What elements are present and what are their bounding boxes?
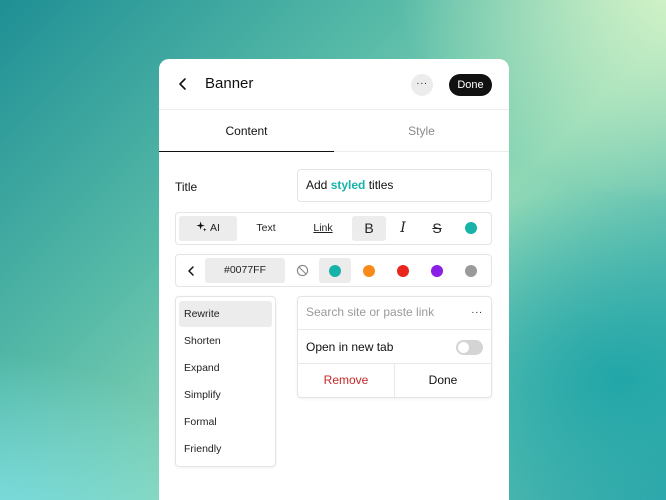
swatch-dot-gray — [465, 264, 477, 277]
panel-header: Banner ··· Done — [159, 59, 509, 110]
swatch-dot-teal — [329, 264, 341, 277]
tab-style[interactable]: Style — [334, 110, 509, 152]
strikethrough-button[interactable]: S — [422, 216, 452, 241]
title-text-highlight: styled — [330, 178, 366, 192]
chevron-left-icon — [179, 78, 186, 90]
more-horizontal-icon: ··· — [471, 307, 483, 318]
link-button[interactable]: Link — [300, 216, 346, 241]
swatch-dot-orange — [363, 264, 375, 277]
title-text-before: Add — [306, 178, 331, 192]
tab-content[interactable]: Content — [159, 110, 334, 152]
back-button[interactable] — [173, 73, 193, 95]
hex-color-input[interactable]: #0077FF — [205, 258, 285, 283]
menu-item-formal[interactable]: Formal — [179, 409, 272, 435]
link-search-input[interactable] — [306, 305, 466, 319]
swatch-gray[interactable] — [455, 258, 487, 283]
open-new-tab-row: Open in new tab — [298, 330, 491, 364]
link-search-row: ··· — [298, 297, 491, 330]
text-style-button[interactable]: Text — [242, 216, 290, 241]
swatch-purple[interactable] — [421, 258, 453, 283]
menu-item-expand[interactable]: Expand — [179, 355, 272, 381]
more-options-button[interactable]: ··· — [411, 74, 433, 96]
tab-bar: Content Style — [159, 110, 509, 152]
swatch-none[interactable] — [286, 258, 318, 283]
menu-item-shorten[interactable]: Shorten — [179, 328, 272, 354]
formatting-toolbar: AI Text Link B I S — [175, 212, 492, 245]
more-horizontal-icon: ··· — [416, 78, 428, 89]
no-color-icon — [296, 265, 308, 277]
swatch-dot-purple — [431, 264, 443, 277]
ai-button[interactable]: AI — [179, 216, 237, 241]
swatch-dot-red — [397, 264, 409, 277]
done-button[interactable]: Done — [449, 74, 492, 96]
menu-item-rewrite[interactable]: Rewrite — [179, 301, 272, 327]
menu-item-friendly[interactable]: Friendly — [179, 436, 272, 462]
color-picker-bar: #0077FF — [175, 254, 492, 287]
ai-button-label: AI — [210, 222, 220, 234]
link-more-button[interactable]: ··· — [468, 305, 486, 321]
title-field-label: Title — [175, 180, 198, 194]
swatch-orange[interactable] — [353, 258, 385, 283]
link-popover: ··· Open in new tab Remove Done — [297, 296, 492, 398]
title-text-after: titles — [365, 178, 394, 192]
color-dot-icon — [465, 222, 477, 235]
link-done-button[interactable]: Done — [395, 364, 491, 397]
open-new-tab-toggle[interactable] — [456, 340, 483, 355]
menu-item-simplify[interactable]: Simplify — [179, 382, 272, 408]
sparkle-icon — [196, 221, 207, 232]
color-back-button[interactable] — [180, 259, 202, 283]
remove-link-button[interactable]: Remove — [298, 364, 395, 397]
toggle-knob — [458, 342, 469, 353]
swatch-teal[interactable] — [319, 258, 351, 283]
open-new-tab-label: Open in new tab — [306, 340, 394, 354]
link-actions: Remove Done — [298, 364, 491, 397]
swatch-red[interactable] — [387, 258, 419, 283]
page-title: Banner — [205, 75, 254, 92]
text-color-button[interactable] — [459, 216, 483, 241]
bold-button[interactable]: B — [352, 216, 386, 241]
chevron-left-icon — [188, 266, 194, 276]
italic-button[interactable]: I — [388, 216, 418, 241]
title-input[interactable]: Add styled titles — [297, 169, 492, 202]
ai-actions-menu: Rewrite Shorten Expand Simplify Formal F… — [175, 296, 276, 467]
